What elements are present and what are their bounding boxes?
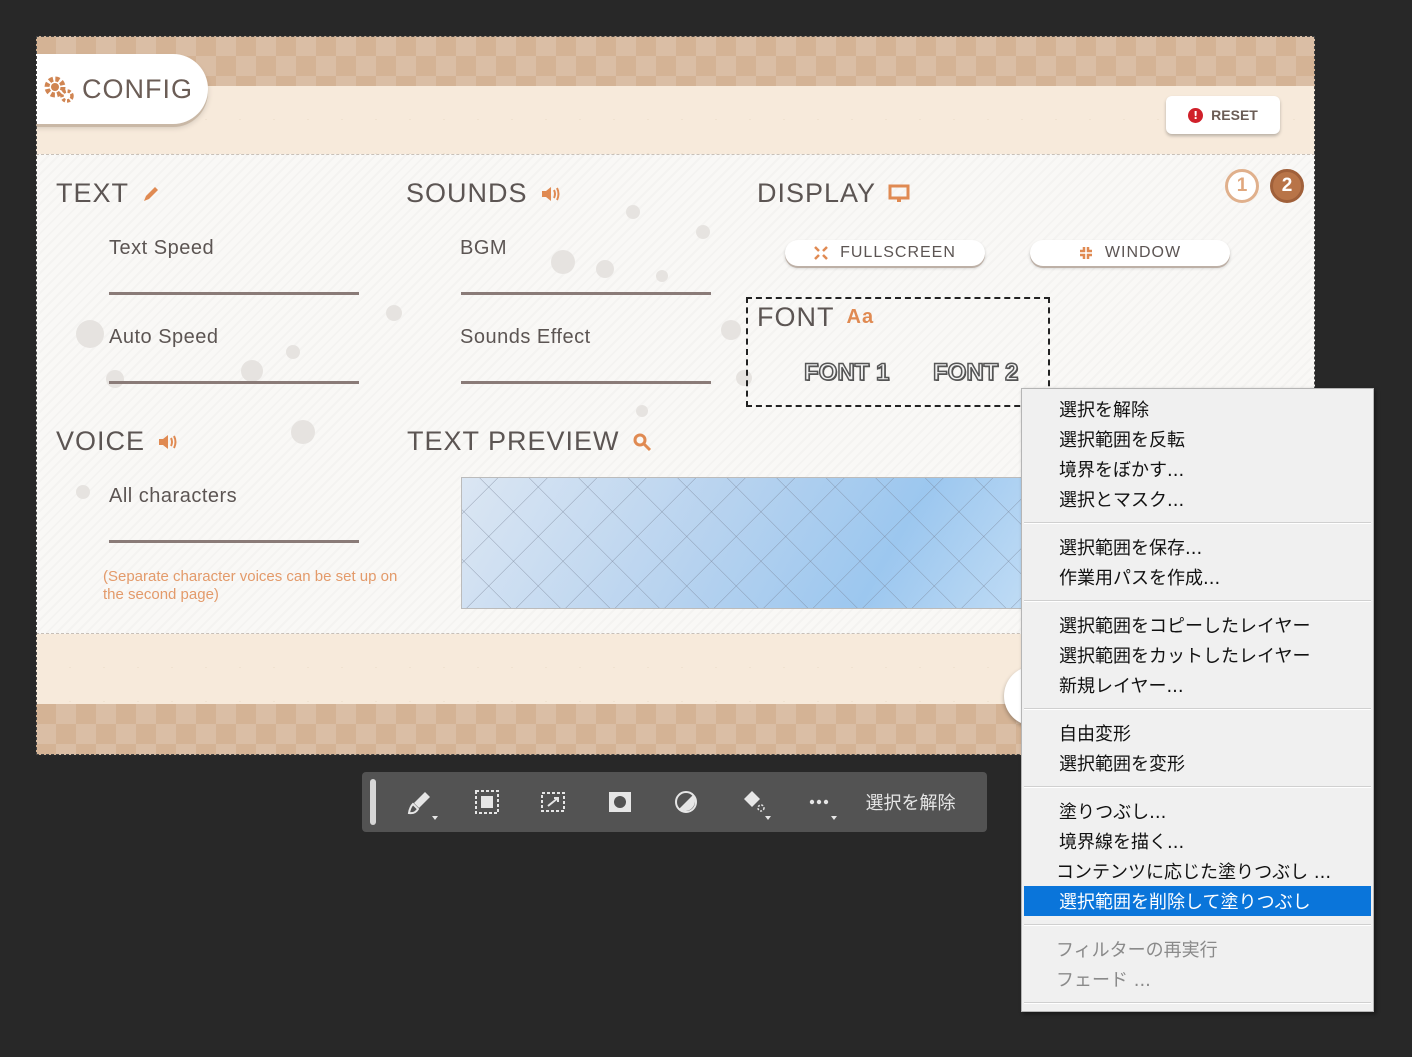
page-1-button[interactable]: 1 (1225, 169, 1259, 203)
speaker-icon (541, 186, 560, 201)
voice-section-title: VOICE (56, 426, 181, 457)
expand-icon (814, 246, 828, 260)
top-light-band (36, 86, 1315, 154)
alert-icon: ! (1188, 107, 1204, 123)
auto-speed-slider[interactable] (109, 381, 359, 384)
menu-item-layer-via-copy[interactable]: 選択範囲をコピーしたレイヤー (1022, 610, 1373, 640)
menu-item-free-transform[interactable]: 自由変形 (1022, 718, 1373, 748)
preview-title-label: TEXT PREVIEW (407, 426, 620, 456)
bgm-label: BGM (460, 237, 508, 259)
display-title-label: DISPLAY (757, 178, 877, 208)
transform-selection-button[interactable] (531, 780, 575, 824)
pencil-icon (144, 186, 159, 201)
menu-item-stroke[interactable]: 境界線を描く... (1022, 826, 1373, 856)
sounds-section-title: SOUNDS (406, 178, 564, 209)
menu-separator (1024, 522, 1371, 524)
menu-item-save-selection[interactable]: 選択範囲を保存... (1022, 532, 1373, 562)
menu-item-feather[interactable]: 境界をぼかす... (1022, 454, 1373, 484)
font-selection-marquee (746, 297, 1050, 407)
adjustment-icon (675, 791, 697, 813)
generative-brush-button[interactable] (398, 780, 442, 824)
menu-item-fill[interactable]: 塗りつぶし... (1022, 796, 1373, 826)
menu-separator (1024, 708, 1371, 710)
menu-separator (1024, 1002, 1371, 1004)
gear-icon (44, 76, 74, 103)
sound-effect-slider[interactable] (461, 381, 711, 384)
mask-icon (608, 792, 631, 812)
page-2-button[interactable]: 2 (1270, 169, 1304, 203)
monitor-icon (888, 184, 910, 202)
menu-item-select-and-mask[interactable]: 選択とマスク... (1022, 484, 1373, 514)
fill-selection-button[interactable] (731, 780, 775, 824)
deselect-button[interactable]: 選択を解除 (866, 789, 956, 815)
config-tab: CONFIG (36, 54, 208, 124)
sounds-title-label: SOUNDS (406, 178, 528, 208)
fullscreen-label: FULLSCREEN (840, 244, 956, 261)
select-subject-icon (474, 790, 499, 814)
text-section-title: TEXT (56, 178, 161, 209)
menu-item-content-aware-fill[interactable]: コンテンツに応じた塗りつぶし ... (1022, 856, 1373, 886)
more-icon (809, 799, 829, 805)
menu-item-make-work-path[interactable]: 作業用パスを作成... (1022, 562, 1373, 592)
menu-item-fade: フェード ... (1056, 970, 1151, 991)
adjustment-layer-button[interactable] (664, 780, 708, 824)
window-button[interactable]: WINDOW (1030, 240, 1230, 266)
sound-effect-label: Sounds Effect (460, 326, 591, 348)
preview-section-title: TEXT PREVIEW (407, 426, 652, 457)
menu-item-inverse[interactable]: 選択範囲を反転 (1022, 424, 1373, 454)
text-preview-box (461, 477, 1061, 609)
all-characters-label: All characters (109, 485, 238, 507)
select-subject-button[interactable] (465, 780, 509, 824)
display-section-title: DISPLAY (757, 178, 910, 209)
menu-item-new-layer[interactable]: 新規レイヤー... (1022, 670, 1373, 700)
speaker-icon (159, 434, 177, 449)
reset-label: RESET (1211, 107, 1258, 123)
text-speed-label: Text Speed (109, 237, 215, 259)
menu-item-delete-and-fill[interactable]: 選択範囲を削除して塗りつぶし (1024, 886, 1371, 916)
transform-selection-icon (541, 792, 565, 812)
fullscreen-button[interactable]: FULLSCREEN (785, 240, 985, 266)
brush-icon (407, 792, 430, 815)
create-mask-button[interactable] (598, 780, 642, 824)
auto-speed-label: Auto Speed (109, 326, 219, 348)
menu-item-transform-selection[interactable]: 選択範囲を変形 (1022, 748, 1373, 778)
compress-icon (1079, 247, 1092, 259)
menu-item-last-filter: フィルターの再実行 (1056, 940, 1218, 961)
voice-title-label: VOICE (56, 426, 146, 456)
all-characters-slider[interactable] (109, 540, 359, 543)
text-speed-slider[interactable] (109, 292, 359, 295)
menu-separator (1024, 600, 1371, 602)
voice-note: (Separate character voices can be set up… (103, 568, 398, 603)
reset-button[interactable]: ! RESET (1166, 96, 1280, 134)
contextual-task-bar: 選択を解除 (362, 772, 987, 832)
more-options-button[interactable] (797, 780, 841, 824)
window-label: WINDOW (1104, 244, 1182, 261)
menu-item-layer-via-cut[interactable]: 選択範囲をカットしたレイヤー (1022, 640, 1373, 670)
top-pattern-band (36, 36, 1315, 86)
bgm-slider[interactable] (461, 292, 711, 295)
fill-icon (743, 791, 765, 812)
config-title: CONFIG (82, 73, 193, 104)
photoshop-workspace: CONFIG ! RESET 1 2 TEXT Text Speed Auto … (0, 0, 1412, 1057)
menu-separator (1024, 786, 1371, 788)
menu-item-deselect[interactable]: 選択を解除 (1022, 394, 1373, 424)
context-menu: 選択を解除 選択範囲を反転 境界をぼかす... 選択とマスク... 選択範囲を保… (1021, 388, 1374, 1012)
menu-separator (1024, 924, 1371, 926)
taskbar-grip-handle[interactable] (370, 779, 376, 825)
text-title-label: TEXT (56, 178, 130, 208)
magnifier-icon (633, 433, 651, 451)
